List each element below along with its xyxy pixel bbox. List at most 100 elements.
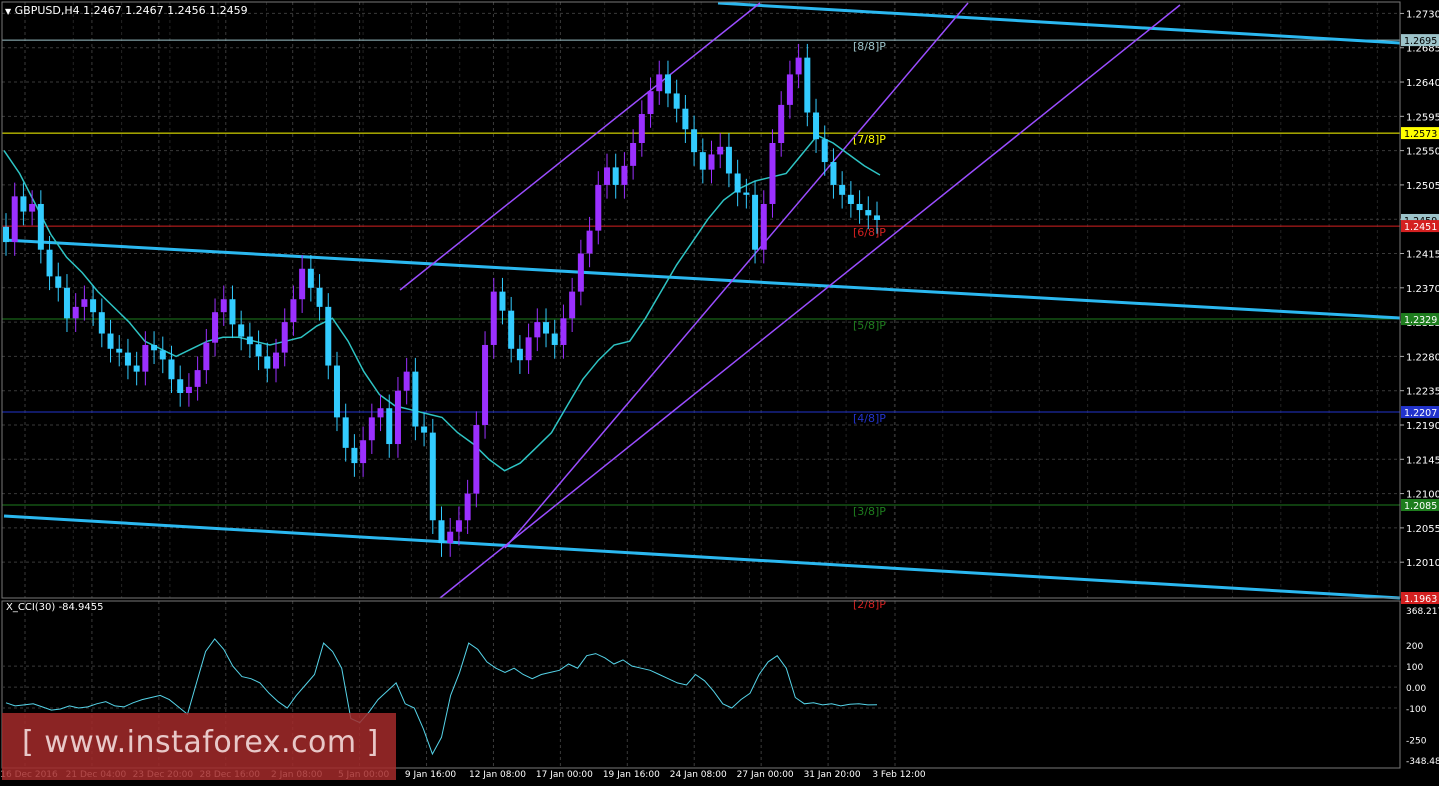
candle-body [90, 299, 97, 313]
candle-body [360, 440, 367, 464]
candle-body [839, 184, 846, 195]
dropdown-triangle-icon[interactable]: ▼ [5, 7, 11, 16]
candle-body [447, 531, 454, 544]
candle-body [752, 194, 759, 250]
price-axis-label: 1.2640 [1406, 78, 1439, 89]
candle-body [664, 74, 671, 94]
price-tag-label: 1.2207 [1404, 408, 1437, 419]
cci-axis-label: 368.2178 [1406, 607, 1439, 617]
candle-body [98, 312, 105, 334]
candle-body [621, 165, 628, 185]
candle-body [386, 408, 393, 445]
candle-body [438, 520, 445, 544]
candle-body [482, 344, 489, 425]
price-axis-label: 1.2505 [1406, 181, 1439, 192]
candle-body [177, 379, 184, 393]
candle-body [525, 337, 532, 361]
candle-body [185, 386, 192, 393]
price-axis-label: 1.2235 [1406, 387, 1439, 398]
chart-stage[interactable]: [8/8]P [7/8]P [6/8]P [5/8]P [4/8]P [3/8]P [2/8… [0, 0, 1439, 782]
candle-body [159, 350, 166, 360]
price-tag-label: 1.2329 [1404, 315, 1437, 326]
murrey-level-label: [7/8]P [853, 133, 886, 146]
candle-body [699, 152, 706, 170]
price-tag-label: 1.1963 [1404, 594, 1437, 605]
candle-body [656, 74, 663, 92]
time-axis-label: 9 Jan 16:00 [405, 770, 457, 780]
candle-body [264, 356, 271, 369]
candle-body [717, 146, 724, 155]
candle-body [342, 417, 349, 448]
time-axis-label: 19 Jan 16:00 [603, 770, 660, 780]
candle-body [316, 287, 323, 307]
candle-body [874, 215, 880, 220]
candle-body [551, 333, 558, 345]
candle-body [743, 192, 750, 195]
candle-body [499, 291, 506, 311]
candle-body [813, 112, 820, 140]
symbol-label: GBPUSD,H4 1.2467 1.2467 1.2456 1.2459 [14, 4, 248, 17]
candle-body [3, 226, 9, 243]
candle-body [212, 312, 219, 343]
time-axis-label: 17 Jan 00:00 [536, 770, 593, 780]
candle-body [307, 268, 314, 288]
murrey-level-label: [8/8]P [853, 40, 886, 53]
cci-axis-label: -250 [1406, 736, 1427, 746]
price-axis-label: 1.2595 [1406, 112, 1439, 123]
candle-body [560, 318, 567, 345]
candle-body [421, 426, 428, 433]
candle-body [412, 371, 419, 427]
cci-axis-label: 100 [1406, 663, 1423, 673]
candle-body [124, 352, 131, 366]
time-axis-label: 12 Jan 08:00 [469, 770, 526, 780]
candle-body [473, 424, 480, 494]
candle-body [29, 203, 36, 212]
candle-body [638, 114, 645, 143]
indicator-label: X_CCI(30) -84.9455 [6, 602, 104, 613]
candle-body [81, 299, 88, 307]
candle-body [508, 310, 515, 349]
price-axis-label: 1.2415 [1406, 250, 1439, 261]
murrey-level-label: [3/8]P [853, 505, 886, 518]
candle-body [151, 344, 158, 351]
candle-body [168, 359, 175, 380]
candle-body [107, 333, 114, 349]
candle-body [490, 291, 497, 345]
candle-body [37, 203, 44, 250]
candle-body [786, 74, 793, 105]
candle-body [46, 249, 53, 277]
candle-body [682, 108, 689, 130]
candle-body [725, 146, 732, 174]
price-tag-label: 1.2451 [1404, 222, 1437, 233]
candle-body [72, 306, 79, 319]
candle-body [778, 104, 785, 143]
time-axis-label: 27 Jan 00:00 [737, 770, 794, 780]
candle-body [760, 203, 767, 250]
murrey-level-label: [4/8]P [853, 412, 886, 425]
candle-body [630, 142, 637, 166]
candle-body [516, 348, 523, 361]
chart-canvas[interactable]: [8/8]P [7/8]P [6/8]P [5/8]P [4/8]P [3/8]P [2/8… [0, 0, 1439, 782]
candle-body [534, 322, 541, 338]
watermark-text: [ www.instaforex.com ] [22, 725, 379, 760]
price-tag-label: 1.2085 [1404, 501, 1437, 512]
candle-body [142, 344, 149, 372]
candle-body [673, 93, 680, 109]
candle-body [577, 253, 584, 292]
candle-body [708, 154, 715, 170]
candle-body [856, 203, 863, 211]
price-axis-label: 1.2190 [1406, 421, 1439, 432]
candle-body [63, 287, 70, 319]
candle-body [377, 408, 384, 418]
candle-body [273, 352, 280, 369]
cci-axis-label: -100 [1406, 705, 1427, 715]
symbol-header: ▼ GBPUSD,H4 1.2467 1.2467 1.2456 1.2459 [5, 4, 248, 17]
cci-axis-label: -348.4884 [1406, 757, 1439, 767]
murrey-level-label: [2/8]P [853, 598, 886, 611]
candle-body [734, 173, 741, 193]
candle-body [795, 57, 802, 75]
candle-body [229, 299, 236, 325]
price-axis-label: 1.2730 [1406, 9, 1439, 20]
candle-body [821, 139, 828, 163]
price-axis-label: 1.2145 [1406, 455, 1439, 466]
